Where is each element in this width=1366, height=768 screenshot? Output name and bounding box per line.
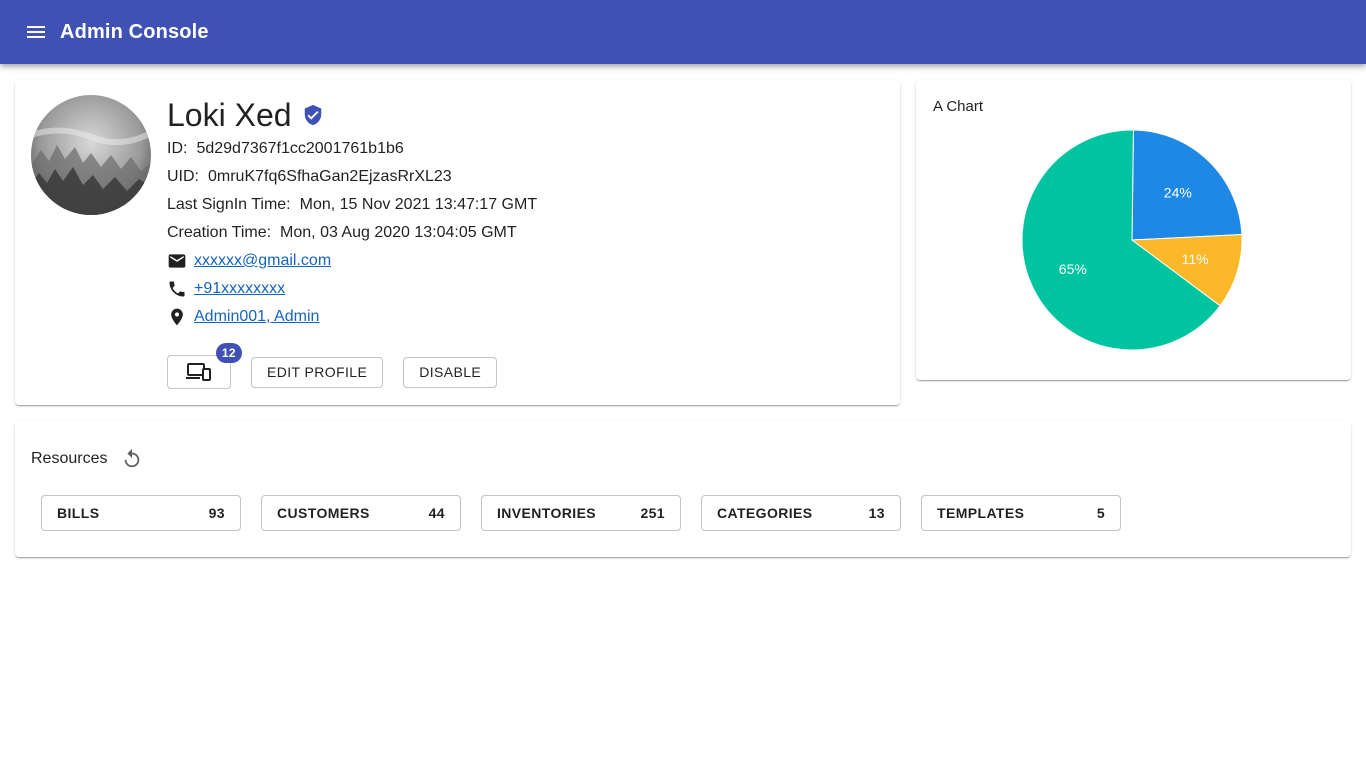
- edit-profile-button[interactable]: EDIT PROFILE: [251, 356, 384, 388]
- location-row: Admin001, Admin: [167, 303, 537, 331]
- last-signin-label: Last SignIn Time:: [167, 196, 291, 213]
- phone-row: +91xxxxxxxx: [167, 275, 537, 303]
- app-bar: Admin Console: [0, 0, 1366, 64]
- id-label: ID:: [167, 140, 188, 157]
- creation-label: Creation Time:: [167, 224, 272, 241]
- menu-button[interactable]: [12, 8, 60, 56]
- uid-field: UID: 0mruK7fq6SfhaGan2EjzasRrXL23: [167, 163, 537, 191]
- resource-label: INVENTORIES: [497, 505, 597, 521]
- devices-button[interactable]: 12: [167, 343, 242, 389]
- phone-icon: [167, 279, 187, 299]
- last-signin-field: Last SignIn Time: Mon, 15 Nov 2021 13:47…: [167, 191, 537, 219]
- resource-count: 13: [868, 505, 885, 521]
- menu-icon: [27, 26, 45, 38]
- creation-field: Creation Time: Mon, 03 Aug 2020 13:04:05…: [167, 219, 537, 247]
- resource-templates[interactable]: TEMPLATES 5: [921, 495, 1121, 531]
- uid-value: 0mruK7fq6SfhaGan2EjzasRrXL23: [208, 168, 452, 185]
- refresh-icon[interactable]: [121, 448, 143, 470]
- resource-inventories[interactable]: INVENTORIES 251: [481, 495, 681, 531]
- resource-bills[interactable]: BILLS 93: [41, 495, 241, 531]
- devices-count-badge: 12: [215, 343, 242, 363]
- avatar: [31, 95, 151, 215]
- resource-label: CATEGORIES: [717, 505, 813, 521]
- pie-chart: 24% 11% 65%: [1021, 129, 1243, 351]
- last-signin-value: Mon, 15 Nov 2021 13:47:17 GMT: [299, 196, 538, 213]
- uid-label: UID:: [167, 168, 199, 185]
- profile-actions: 12 EDIT PROFILE DISABLE: [167, 343, 498, 389]
- chart-card: A Chart 24% 11% 65%: [916, 80, 1351, 380]
- resources-card: Resources BILLS 93 CUSTOMERS 44 INVENTOR…: [15, 421, 1351, 557]
- resource-customers[interactable]: CUSTOMERS 44: [261, 495, 461, 531]
- pie-slice-label: 11%: [1182, 251, 1209, 267]
- name-row: Loki Xed: [167, 95, 537, 135]
- app-title: Admin Console: [60, 20, 209, 43]
- email-icon: [167, 251, 187, 271]
- pie-slice-label: 24%: [1164, 184, 1192, 200]
- profile-info: Loki Xed ID: 5d29d7367f1cc2001761b1b6 UI…: [167, 95, 537, 331]
- devices-icon: [186, 361, 212, 383]
- id-field: ID: 5d29d7367f1cc2001761b1b6: [167, 135, 537, 163]
- location-link[interactable]: Admin001, Admin: [194, 308, 319, 326]
- resource-count: 5: [1096, 505, 1105, 521]
- profile-card: Loki Xed ID: 5d29d7367f1cc2001761b1b6 UI…: [15, 80, 900, 405]
- resources-header: Resources: [31, 448, 143, 470]
- email-row: xxxxxx@gmail.com: [167, 247, 537, 275]
- resource-label: TEMPLATES: [937, 505, 1025, 521]
- id-value: 5d29d7367f1cc2001761b1b6: [196, 140, 404, 157]
- profile-name: Loki Xed: [167, 96, 292, 133]
- resource-count: 44: [428, 505, 445, 521]
- resource-label: CUSTOMERS: [277, 505, 370, 521]
- resource-categories[interactable]: CATEGORIES 13: [701, 495, 901, 531]
- resource-label: BILLS: [57, 505, 100, 521]
- disable-button[interactable]: DISABLE: [403, 356, 498, 388]
- resources-list: BILLS 93 CUSTOMERS 44 INVENTORIES 251 CA…: [41, 495, 1141, 531]
- phone-link[interactable]: +91xxxxxxxx: [194, 280, 285, 298]
- resources-title: Resources: [31, 450, 108, 467]
- verified-shield-icon: [302, 104, 324, 126]
- pie-slice-label: 65%: [1059, 261, 1087, 277]
- creation-value: Mon, 03 Aug 2020 13:04:05 GMT: [280, 224, 517, 241]
- location-pin-icon: [167, 307, 187, 327]
- resource-count: 251: [640, 505, 665, 521]
- resource-count: 93: [208, 505, 225, 521]
- email-link[interactable]: xxxxxx@gmail.com: [194, 252, 331, 270]
